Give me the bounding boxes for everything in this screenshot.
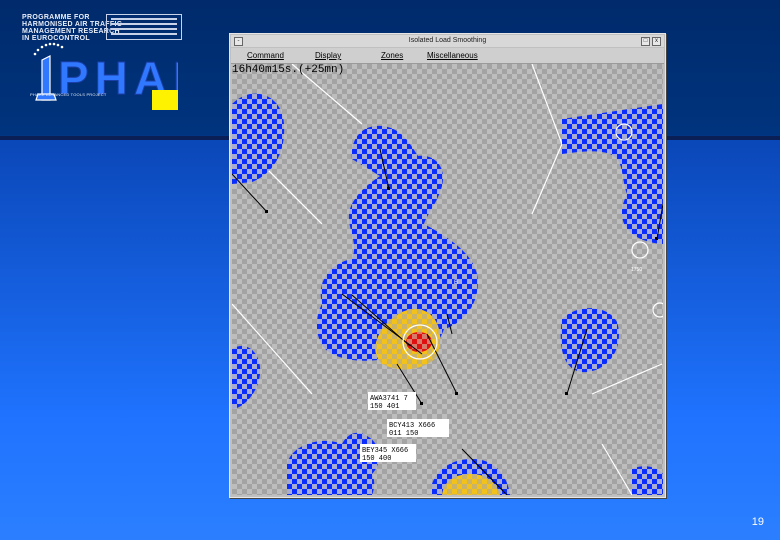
- svg-text:BEY345 X666: BEY345 X666: [362, 447, 408, 455]
- page-number: 19: [751, 516, 764, 528]
- svg-text:150 400: 150 400: [362, 455, 391, 463]
- fix-label-b: B: [454, 280, 458, 286]
- window-menu-icon[interactable]: -: [234, 37, 243, 46]
- menu-miscellaneous[interactable]: Miscellaneous: [427, 51, 478, 60]
- overload-zone-red: [406, 332, 432, 352]
- menu-display[interactable]: Display: [315, 51, 341, 60]
- logo-stripes: [106, 14, 182, 40]
- menu-bar: Command Display Zones Miscellaneous: [231, 48, 664, 64]
- window-titlebar: Isolated Load Smoothing - □ x: [231, 35, 664, 47]
- simulation-time: 16h40m15s.(+25mn): [232, 64, 345, 76]
- flight-label[interactable]: BEY345 X666 150 400: [360, 444, 416, 463]
- radar-display[interactable]: 1750 B AWA3741 7 150 401 BCY413 X666 011…: [232, 64, 663, 495]
- close-icon[interactable]: x: [652, 37, 661, 46]
- svg-text:011 150: 011 150: [389, 430, 418, 438]
- logo-subline: PHARE ADVANCED TOOLS PROJECT: [30, 92, 107, 97]
- minimize-icon[interactable]: □: [641, 37, 650, 46]
- yellow-marker: [152, 90, 178, 110]
- menu-zones[interactable]: Zones: [381, 51, 403, 60]
- fix-label: 1750: [631, 267, 642, 273]
- app-window: Isolated Load Smoothing - □ x Command Di…: [229, 33, 666, 498]
- svg-text:BCY413 X666: BCY413 X666: [389, 422, 435, 430]
- flight-label[interactable]: AWA3741 7 150 401: [368, 392, 416, 411]
- menu-command[interactable]: Command: [247, 51, 284, 60]
- window-title: Isolated Load Smoothing: [408, 37, 487, 44]
- svg-text:150 401: 150 401: [370, 403, 399, 411]
- svg-text:AWA3741 7: AWA3741 7: [370, 395, 408, 403]
- flight-label[interactable]: BCY413 X666 011 150: [387, 419, 449, 438]
